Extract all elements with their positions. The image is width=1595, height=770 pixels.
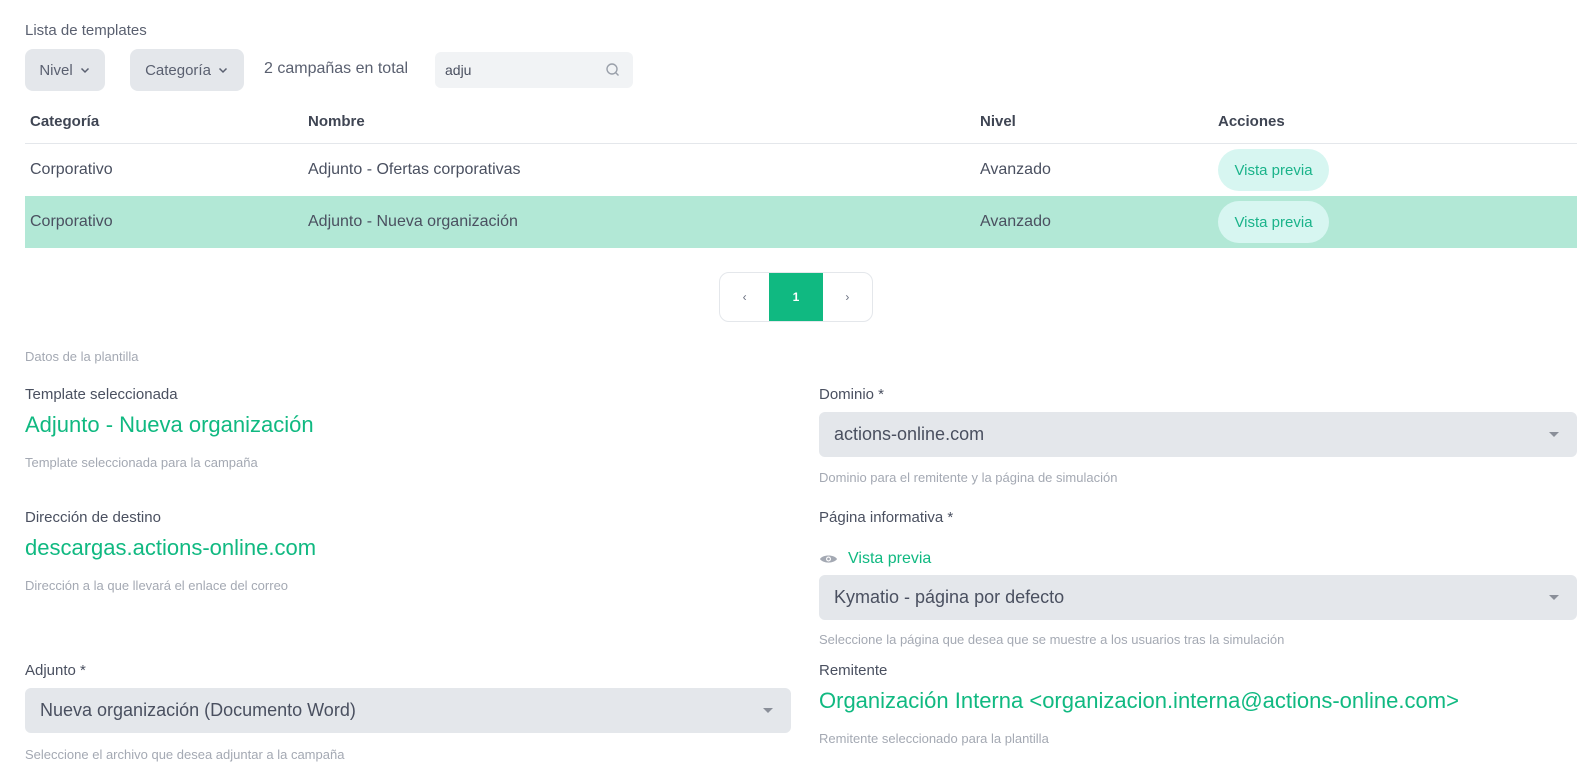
eye-icon xyxy=(819,555,838,563)
adjunto-value: Nueva organización (Documento Word) xyxy=(40,700,356,720)
dominio-label: Dominio * xyxy=(819,386,885,403)
template-value: Adjunto - Nueva organización xyxy=(25,412,314,437)
pagina-help: Seleccione la página que desea que se mu… xyxy=(819,632,1285,647)
pagina-preview-label: Vista previa xyxy=(848,550,932,567)
adjunto-select[interactable]: Nueva organización (Documento Word) xyxy=(25,688,791,733)
pagination: ‹ 1 › xyxy=(719,272,873,322)
dominio-help: Dominio para el remitente y la página de… xyxy=(819,470,1118,485)
templates-table: Categoría Nombre Nivel Acciones Corporat… xyxy=(25,100,1577,248)
preview-button[interactable]: Vista previa xyxy=(1218,149,1329,191)
cell-nivel: Avanzado xyxy=(980,161,1051,178)
categoria-filter-button[interactable]: Categoría xyxy=(130,49,244,91)
total-count: 2 campañas en total xyxy=(264,60,409,77)
pagina-value: Kymatio - página por defecto xyxy=(834,587,1065,607)
dominio-select[interactable]: actions-online.com xyxy=(819,412,1577,457)
remitente-label: Remitente xyxy=(819,662,888,679)
table-row[interactable]: Corporativo Adjunto - Ofertas corporativ… xyxy=(25,144,1577,196)
page-button-current[interactable]: 1 xyxy=(769,273,823,321)
chevron-down-icon xyxy=(80,67,89,74)
destino-help: Dirección a la que llevará el enlace del… xyxy=(25,578,289,593)
pagina-label: Página informativa * xyxy=(819,509,954,526)
categoria-filter-label: Categoría xyxy=(145,61,211,79)
search-input[interactable] xyxy=(445,62,595,78)
cell-categoria: Corporativo xyxy=(30,161,113,178)
cell-nombre: Adjunto - Ofertas corporativas xyxy=(308,161,521,178)
header-categoria: Categoría xyxy=(30,113,100,130)
adjunto-label: Adjunto * xyxy=(25,662,86,679)
table-header: Categoría Nombre Nivel Acciones xyxy=(25,100,1577,144)
cell-nombre: Adjunto - Nueva organización xyxy=(308,213,518,230)
list-title: Lista de templates xyxy=(25,22,147,39)
nivel-filter-button[interactable]: Nivel xyxy=(25,49,105,91)
adjunto-help: Seleccione el archivo que desea adjuntar… xyxy=(25,747,345,762)
header-nivel: Nivel xyxy=(980,113,1016,130)
header-acciones: Acciones xyxy=(1218,113,1285,130)
table-row-selected[interactable]: Corporativo Adjunto - Nueva organización… xyxy=(25,196,1577,248)
next-page-button[interactable]: › xyxy=(823,273,872,321)
template-label: Template seleccionada xyxy=(25,386,178,403)
caret-down-icon xyxy=(1549,432,1559,437)
chevron-down-icon xyxy=(218,67,227,74)
pagina-select[interactable]: Kymatio - página por defecto xyxy=(819,575,1577,620)
prev-page-button[interactable]: ‹ xyxy=(720,273,769,321)
remitente-help: Remitente seleccionado para la plantilla xyxy=(819,731,1049,746)
remitente-value: Organización Interna <organizacion.inter… xyxy=(819,688,1459,713)
caret-down-icon xyxy=(763,708,773,713)
cell-nivel: Avanzado xyxy=(980,213,1051,230)
destino-label: Dirección de destino xyxy=(25,509,161,526)
cell-categoria: Corporativo xyxy=(30,213,113,230)
pagina-preview-link[interactable]: Vista previa xyxy=(819,550,931,568)
section-label: Datos de la plantilla xyxy=(25,349,139,364)
header-nombre: Nombre xyxy=(308,113,365,130)
dominio-value: actions-online.com xyxy=(834,424,985,444)
nivel-filter-label: Nivel xyxy=(39,61,73,79)
preview-button[interactable]: Vista previa xyxy=(1218,201,1329,243)
search-box[interactable] xyxy=(435,52,633,88)
template-help: Template seleccionada para la campaña xyxy=(25,455,258,470)
search-icon[interactable] xyxy=(605,62,621,78)
caret-down-icon xyxy=(1549,595,1559,600)
destino-value: descargas.actions-online.com xyxy=(25,535,317,560)
